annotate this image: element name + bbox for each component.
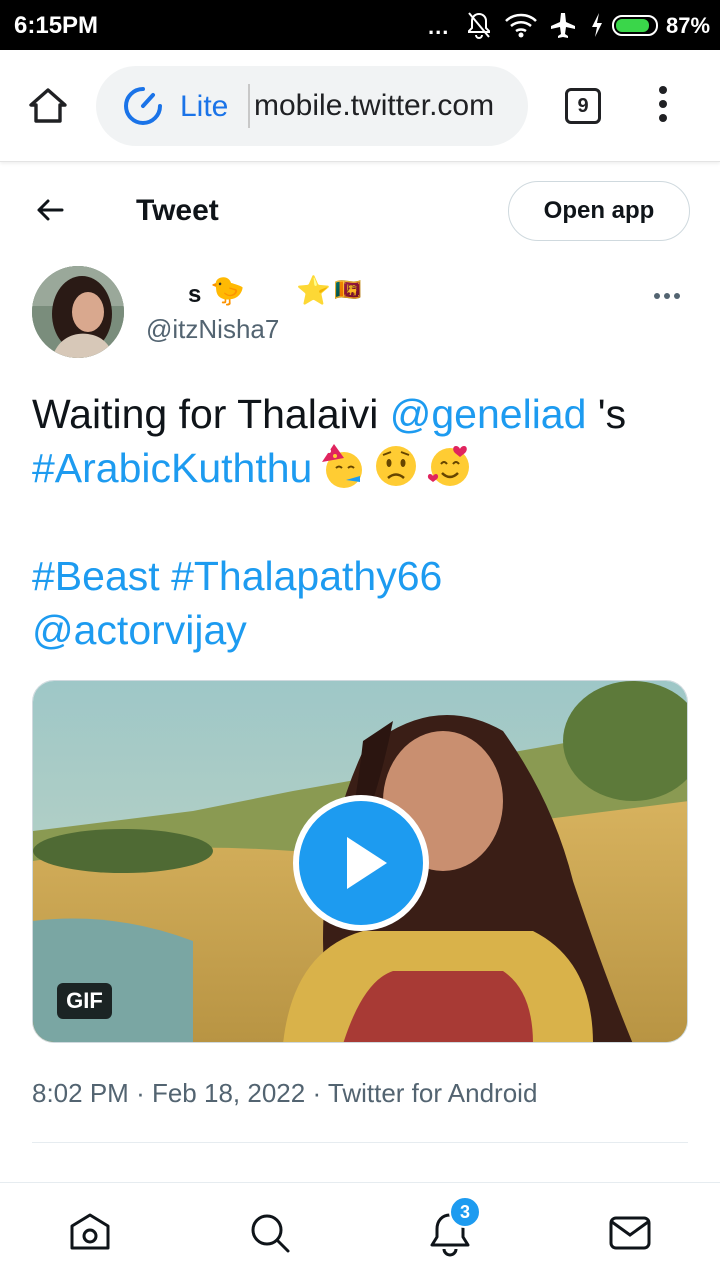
mention-geneliad[interactable]: @geneliad [390, 391, 587, 437]
author-display-name[interactable]: s [188, 281, 201, 309]
worried-face-icon [376, 446, 417, 486]
tweet-line-5: @actorvijay [32, 603, 688, 657]
browser-home-icon[interactable] [26, 84, 70, 128]
meta-separator: · [136, 1078, 145, 1108]
back-arrow-icon[interactable] [34, 194, 66, 226]
status-bar: 6:15PM ... 87% [0, 0, 720, 50]
partying-face-icon [322, 444, 363, 488]
page-title: Tweet [136, 194, 219, 227]
tweet-text: Waiting for Thalaivi @geneliad 's #Arabi… [32, 387, 688, 657]
browser-toolbar: Lite mobile.twitter.com 9 [0, 50, 720, 162]
wifi-icon [505, 13, 537, 38]
divider [32, 1142, 688, 1143]
smiling-face-with-hearts-icon [428, 446, 470, 486]
tab-switcher-button[interactable]: 9 [565, 88, 601, 124]
tweet-text-possessive: 's [586, 391, 627, 437]
chick-emoji: 🐤 [210, 274, 245, 307]
play-icon [347, 837, 387, 889]
hashtag-arabickuththu[interactable]: #ArabicKuththu [32, 445, 312, 491]
star-emoji: ⭐ [296, 274, 331, 307]
bell-muted-icon [468, 12, 490, 39]
notification-count-badge[interactable]: 3 [449, 1196, 481, 1228]
mention-actorvijay[interactable]: @actorvijay [32, 607, 247, 653]
avatar-image [32, 266, 124, 358]
search-icon[interactable] [246, 1209, 294, 1257]
hashtag-thalapathy66[interactable]: #Thalapathy66 [171, 553, 442, 599]
avatar[interactable] [32, 266, 124, 358]
lite-mode-label[interactable]: Lite [180, 90, 228, 124]
tweet-media-gif[interactable]: GIF [32, 680, 688, 1043]
tweet-date[interactable]: Feb 18, 2022 [152, 1078, 305, 1108]
meta-separator: · [312, 1078, 322, 1108]
address-bar[interactable]: Lite mobile.twitter.com [96, 66, 528, 146]
bottom-nav [0, 1182, 720, 1280]
tweet-source[interactable]: Twitter for Android [328, 1078, 538, 1108]
battery-percent: 87% [666, 13, 711, 38]
tweet-line-2: #ArabicKuththu [32, 441, 688, 495]
status-time: 6:15PM [14, 12, 99, 39]
lite-mode-icon[interactable] [122, 85, 164, 127]
author-handle[interactable]: @itzNisha7 [146, 314, 279, 345]
open-app-button[interactable]: Open app [508, 181, 690, 241]
messages-icon[interactable] [606, 1209, 654, 1257]
more-options-icon[interactable] [654, 286, 686, 299]
status-overflow-dots: ... [428, 14, 450, 39]
browser-menu-icon[interactable] [652, 86, 674, 126]
tweet-text-intro: Waiting for Thalaivi [32, 391, 390, 437]
charging-icon [592, 13, 602, 37]
airplane-icon [551, 13, 575, 38]
tweet-time[interactable]: 8:02 PM [32, 1078, 129, 1108]
tweet-line-1: Waiting for Thalaivi @geneliad 's [32, 387, 688, 441]
hashtag-beast[interactable]: #Beast [32, 553, 160, 599]
home-icon[interactable] [66, 1209, 114, 1257]
sri-lanka-flag-emoji: 🇱🇰 [334, 278, 362, 303]
play-button[interactable] [293, 795, 429, 931]
gif-badge: GIF [57, 983, 112, 1019]
tweet-line-4: #Beast #Thalapathy66 [32, 549, 688, 603]
url-text[interactable]: mobile.twitter.com [254, 89, 516, 123]
tweet-timestamp[interactable]: 8:02 PM · Feb 18, 2022 · Twitter for And… [32, 1078, 537, 1109]
battery-icon [612, 15, 658, 36]
address-separator [248, 84, 250, 128]
